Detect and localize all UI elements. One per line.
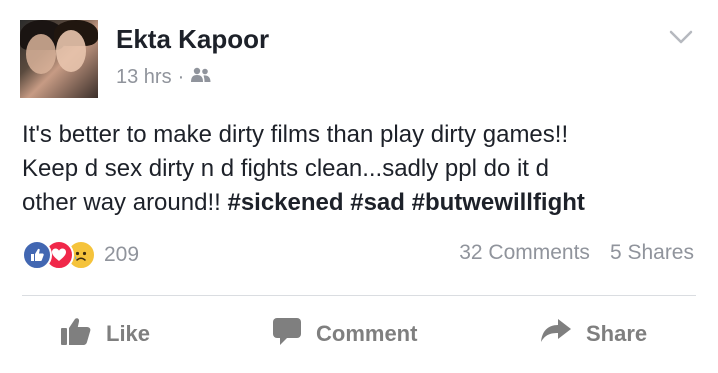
hashtag[interactable]: #butwewillfight [412, 189, 585, 216]
post-timestamp[interactable]: 13 hrs [116, 66, 172, 89]
post-text-line: It's better to make dirty films than pla… [22, 121, 569, 148]
reaction-count: 209 [104, 243, 140, 266]
like-button[interactable]: Like [60, 318, 150, 350]
hashtag[interactable]: #sad [350, 189, 405, 216]
like-reaction-icon [22, 240, 52, 270]
facebook-post: Ekta Kapoor 13 hrs · It's better to make… [0, 0, 718, 373]
comment-count[interactable]: 32 Comments [459, 241, 590, 265]
share-label: Share [586, 321, 648, 346]
post-meta: 13 hrs · [116, 66, 212, 89]
avatar[interactable] [20, 20, 98, 98]
comment-button[interactable]: Comment [272, 318, 417, 350]
share-arrow-icon [540, 318, 572, 350]
engagement-counts: 32 Comments 5 Shares [459, 241, 694, 265]
post-text-line: Keep d sex dirty n d fights clean...sadl… [22, 155, 549, 182]
friends-icon[interactable] [190, 66, 212, 89]
reactions-summary[interactable]: 209 [22, 240, 139, 270]
divider [22, 295, 696, 296]
like-label: Like [106, 321, 151, 346]
author-name[interactable]: Ekta Kapoor [116, 24, 269, 55]
share-count[interactable]: 5 Shares [610, 241, 694, 265]
meta-separator: · [177, 66, 185, 88]
comment-icon [272, 316, 302, 352]
post-text: It's better to make dirty films than pla… [22, 118, 702, 220]
chevron-down-icon[interactable] [668, 28, 694, 46]
hashtag[interactable]: #sickened [227, 189, 343, 216]
share-button[interactable]: Share [540, 318, 647, 350]
post-text-line: other way around!! [22, 189, 221, 216]
thumbs-up-icon [60, 316, 92, 352]
comment-label: Comment [316, 321, 418, 346]
